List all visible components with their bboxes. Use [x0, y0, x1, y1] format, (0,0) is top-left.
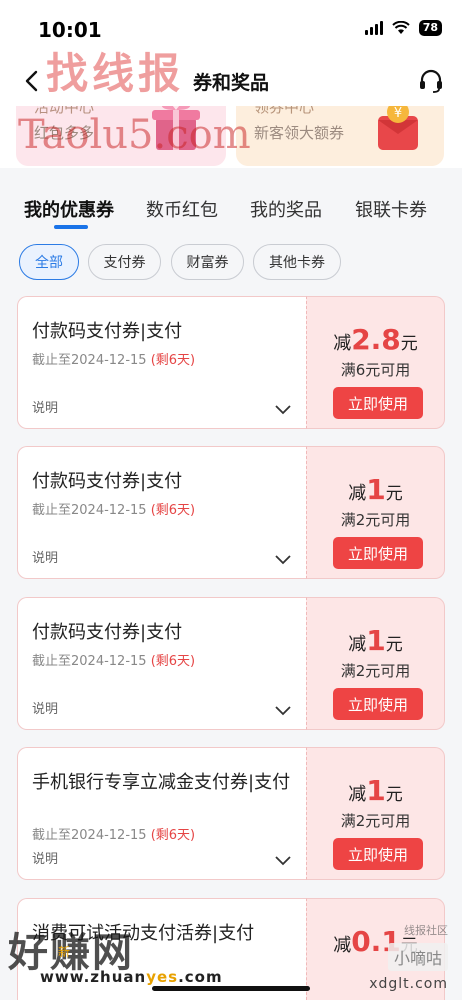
chevron-down-icon[interactable]	[274, 855, 292, 867]
coupon-card: 付款码支付券|支付 截止至2024-12-15 (剩6天) 说明 减1元 满2元…	[17, 597, 445, 730]
banner-subtitle: 新客领大额券	[254, 124, 345, 142]
banner-title: 领券中心	[254, 106, 315, 116]
coupon-center-banner[interactable]: 领券中心 新客领大额券 ¥	[236, 106, 444, 166]
coupon-card: 手机银行专享立减金支付券|支付 截止至2024-12-15 (剩6天) 说明 减…	[17, 747, 445, 880]
amount-prefix: 减	[348, 483, 367, 504]
watermark-url: www.zhuanyes.com	[40, 968, 223, 986]
coupon-info: 付款码支付券|支付 截止至2024-12-15 (剩6天) 说明	[17, 446, 306, 579]
amount-prefix: 减	[348, 634, 367, 655]
coupon-value-panel: 减1元 满2元可用 立即使用	[306, 597, 445, 730]
coupon-threshold: 满2元可用	[340, 662, 411, 680]
coupon-card: 付款码支付券|支付 截止至2024-12-15 (剩6天) 说明 减1元 满2元…	[17, 446, 445, 579]
coupon-amount: 减2.8元	[307, 323, 444, 356]
tab-unionpay-vouchers[interactable]: 银联卡券	[355, 196, 427, 222]
coupon-threshold: 满2元可用	[340, 511, 411, 529]
red-envelope-icon: ¥	[378, 106, 418, 150]
amount-value: 1	[366, 473, 386, 506]
coupon-value-panel: 减1元 满2元可用 立即使用	[306, 446, 445, 579]
days-remaining: (剩6天)	[150, 828, 196, 843]
amount-unit: 元	[385, 785, 403, 805]
amount-unit: 元	[385, 635, 403, 655]
coupon-expiry: 截止至2024-12-15 (剩6天)	[32, 650, 195, 669]
chip-wealth-coupons[interactable]: 财富券	[171, 244, 244, 280]
signal-icon	[364, 21, 383, 35]
home-indicator[interactable]	[152, 986, 310, 991]
coupon-amount: 减1元	[307, 473, 444, 506]
tab-my-coupons[interactable]: 我的优惠券	[24, 196, 114, 222]
amount-prefix: 减	[333, 333, 352, 354]
coupon-threshold: 满2元可用	[340, 812, 411, 830]
coupon-expiry: 截止至2024-12-15 (剩6天)	[32, 824, 195, 843]
watermark-top: 找线报	[46, 49, 185, 98]
amount-prefix: 减	[333, 935, 352, 956]
days-remaining: (剩6天)	[150, 654, 196, 669]
chip-other-vouchers[interactable]: 其他卡券	[253, 244, 341, 280]
tab-my-prizes[interactable]: 我的奖品	[250, 196, 322, 222]
status-icons: 78	[364, 20, 442, 36]
coupon-name: 付款码支付券|支付	[32, 471, 183, 492]
coupon-description-label[interactable]: 说明	[32, 547, 58, 566]
use-now-button[interactable]: 立即使用	[333, 387, 423, 419]
tab-indicator	[54, 225, 88, 229]
expiry-date: 截止至2024-12-15	[32, 353, 147, 368]
use-now-button[interactable]: 立即使用	[333, 688, 423, 720]
watermark-community: 线报社区	[404, 924, 448, 937]
battery-icon: 78	[418, 20, 442, 36]
watermark-url-accent: yes	[146, 968, 179, 986]
svg-text:¥: ¥	[394, 106, 402, 121]
amount-value: 1	[366, 624, 386, 657]
amount-prefix: 减	[348, 784, 367, 805]
expiry-date: 截止至2024-12-15	[32, 503, 147, 518]
coupon-card: 付款码支付券|支付 截止至2024-12-15 (剩6天) 说明 减2.8元 满…	[17, 296, 445, 429]
amount-value: 2.8	[351, 323, 401, 356]
amount-unit: 元	[400, 334, 418, 354]
watermark-taolu: Taolu5.com	[18, 112, 251, 158]
chevron-down-icon[interactable]	[274, 554, 292, 566]
watermark-tag: 新	[58, 945, 71, 959]
use-now-button[interactable]: 立即使用	[333, 537, 423, 569]
headset-icon[interactable]	[416, 66, 446, 96]
watermark-url-suffix: .com	[178, 968, 223, 986]
chip-all[interactable]: 全部	[19, 244, 79, 280]
coupon-description-label[interactable]: 说明	[32, 397, 58, 416]
coupon-expiry: 截止至2024-12-15 (剩6天)	[32, 499, 195, 518]
coupon-description-label[interactable]: 说明	[32, 848, 58, 867]
watermark-url-prefix: www.zhuan	[40, 968, 147, 986]
coupon-threshold: 满6元可用	[340, 361, 411, 379]
use-now-button[interactable]: 立即使用	[333, 838, 423, 870]
coupon-name: 付款码支付券|支付	[32, 622, 183, 643]
coupon-value-panel: 减1元 满2元可用 立即使用	[306, 747, 445, 880]
coupon-info: 付款码支付券|支付 截止至2024-12-15 (剩6天) 说明	[17, 296, 306, 429]
days-remaining: (剩6天)	[150, 353, 196, 368]
watermark-site: xdglt.com	[369, 976, 448, 992]
coupon-expiry: 截止至2024-12-15 (剩6天)	[32, 349, 195, 368]
amount-unit: 元	[385, 484, 403, 504]
watermark-brand: 小嘀咕	[387, 943, 448, 971]
wifi-icon	[391, 21, 410, 34]
chevron-down-icon[interactable]	[274, 404, 292, 416]
coupon-amount: 减1元	[307, 774, 444, 807]
days-remaining: (剩6天)	[150, 503, 196, 518]
coupon-info: 付款码支付券|支付 截止至2024-12-15 (剩6天) 说明	[17, 597, 306, 730]
coupon-description-label[interactable]: 说明	[32, 698, 58, 717]
coupon-value-panel: 减2.8元 满6元可用 立即使用	[306, 296, 445, 429]
status-time: 10:01	[38, 18, 102, 42]
amount-value: 1	[366, 774, 386, 807]
expiry-date: 截止至2024-12-15	[32, 828, 147, 843]
chevron-down-icon[interactable]	[274, 705, 292, 717]
tab-digital-red-packets[interactable]: 数币红包	[146, 196, 218, 222]
coupon-amount: 减1元	[307, 624, 444, 657]
coupon-name: 付款码支付券|支付	[32, 321, 183, 342]
coupon-tabs: 我的优惠券 数币红包 我的奖品 银联卡券	[0, 168, 462, 238]
expiry-date: 截止至2024-12-15	[32, 654, 147, 669]
coupon-name: 手机银行专享立减金支付券|支付	[32, 772, 291, 793]
chip-payment-coupons[interactable]: 支付券	[88, 244, 161, 280]
filter-chips: 全部 支付券 财富券 其他卡券	[0, 244, 462, 284]
coupon-info: 手机银行专享立减金支付券|支付 截止至2024-12-15 (剩6天) 说明	[17, 747, 306, 880]
